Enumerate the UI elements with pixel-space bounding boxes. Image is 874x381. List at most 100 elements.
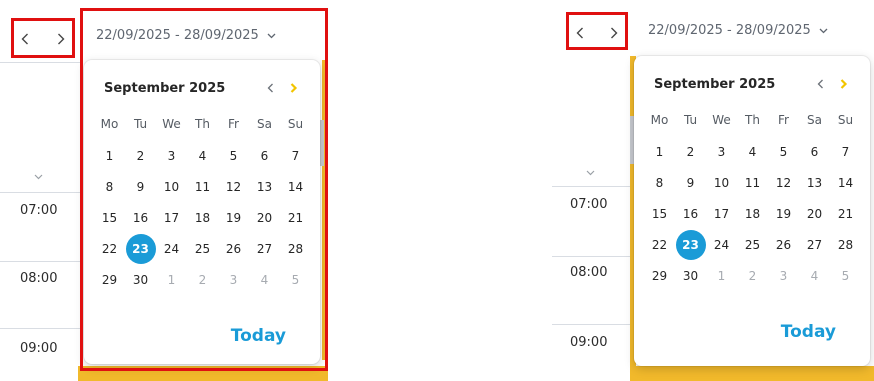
calendar-day[interactable]: 14 (830, 167, 861, 198)
calendar-day[interactable]: 2 (187, 264, 218, 295)
prev-week-button[interactable] (572, 23, 588, 43)
calendar-day[interactable]: 15 (644, 198, 675, 229)
calendar-day[interactable]: 3 (768, 260, 799, 291)
week-row: 22 23 24 25 26 27 28 (644, 229, 872, 260)
calendar-day[interactable]: 4 (737, 136, 768, 167)
prev-week-button[interactable] (17, 29, 33, 49)
calendar-day[interactable]: 6 (249, 140, 280, 171)
divider (0, 192, 80, 193)
next-month-button[interactable] (282, 78, 306, 98)
today-button[interactable]: Today (781, 322, 836, 342)
calendar-day[interactable]: 21 (280, 202, 311, 233)
calendar-day[interactable]: 25 (187, 233, 218, 264)
calendar-day[interactable]: 21 (830, 198, 861, 229)
calendar-day[interactable]: 1 (706, 260, 737, 291)
calendar-day[interactable]: 1 (644, 136, 675, 167)
chevron-right-icon (611, 27, 618, 39)
calendar-day[interactable]: 1 (156, 264, 187, 295)
calendar-day[interactable]: 11 (187, 171, 218, 202)
calendar-day[interactable]: 29 (94, 264, 125, 295)
calendar-day[interactable]: 14 (280, 171, 311, 202)
calendar-day[interactable]: 16 (675, 198, 706, 229)
calendar-day[interactable]: 24 (156, 233, 187, 264)
event-strip[interactable] (322, 60, 328, 360)
calendar-day[interactable]: 2 (675, 136, 706, 167)
calendar-day[interactable]: 2 (125, 140, 156, 171)
calendar-day[interactable]: 19 (218, 202, 249, 233)
date-picker-popup: September 2025 Mo Tu We Th Fr Sa Su 1 2 3 4 5 6 7 8 9 10… (84, 60, 320, 364)
calendar-day[interactable]: 28 (830, 229, 861, 260)
calendar-day[interactable]: 18 (737, 198, 768, 229)
calendar-day[interactable]: 7 (280, 140, 311, 171)
calendar-day[interactable]: 8 (644, 167, 675, 198)
calendar-day[interactable]: 3 (218, 264, 249, 295)
calendar-day[interactable]: 8 (94, 171, 125, 202)
today-button[interactable]: Today (231, 326, 286, 346)
calendar-day[interactable]: 22 (94, 233, 125, 264)
chevron-down-icon[interactable] (586, 166, 595, 179)
event-strip[interactable] (78, 366, 328, 381)
event-strip[interactable] (630, 366, 874, 381)
next-week-button[interactable] (606, 23, 622, 43)
next-week-button[interactable] (53, 29, 69, 49)
calendar-day[interactable]: 5 (280, 264, 311, 295)
calendar-day[interactable]: 13 (799, 167, 830, 198)
calendar-day[interactable]: 5 (830, 260, 861, 291)
calendar-day[interactable]: 12 (768, 167, 799, 198)
prev-month-button[interactable] (258, 78, 282, 98)
calendar-day[interactable]: 27 (249, 233, 280, 264)
calendar-day-selected[interactable]: 23 (125, 233, 156, 264)
prev-month-button[interactable] (808, 74, 832, 94)
calendar-day[interactable]: 4 (187, 140, 218, 171)
calendar-day[interactable]: 25 (737, 229, 768, 260)
chevron-down-icon[interactable] (34, 170, 43, 183)
calendar-day[interactable]: 5 (218, 140, 249, 171)
calendar-day[interactable]: 18 (187, 202, 218, 233)
chevron-down-icon (267, 33, 276, 38)
calendar-day[interactable]: 30 (125, 264, 156, 295)
calendar-day[interactable]: 15 (94, 202, 125, 233)
calendar-day[interactable]: 1 (94, 140, 125, 171)
calendar-day[interactable]: 12 (218, 171, 249, 202)
calendar-day[interactable]: 20 (799, 198, 830, 229)
next-month-button[interactable] (832, 74, 856, 94)
weekday-label: Sa (807, 113, 822, 127)
calendar-day[interactable]: 13 (249, 171, 280, 202)
calendar-day[interactable]: 6 (799, 136, 830, 167)
calendar-day[interactable]: 27 (799, 229, 830, 260)
calendar-day[interactable]: 2 (737, 260, 768, 291)
calendar-day[interactable]: 4 (799, 260, 830, 291)
calendar-day[interactable]: 3 (156, 140, 187, 171)
date-range-selector[interactable]: 22/09/2025 - 28/09/2025 (96, 28, 276, 43)
calendar-header: September 2025 (104, 78, 306, 98)
weekday-label: Th (195, 117, 210, 131)
calendar-day[interactable]: 10 (156, 171, 187, 202)
calendar-day[interactable]: 7 (830, 136, 861, 167)
calendar-day[interactable]: 17 (156, 202, 187, 233)
calendar-day[interactable]: 24 (706, 229, 737, 260)
calendar-day[interactable]: 26 (768, 229, 799, 260)
calendar-day[interactable]: 9 (675, 167, 706, 198)
calendar-day[interactable]: 29 (644, 260, 675, 291)
week-row: 29 30 1 2 3 4 5 (644, 260, 872, 291)
calendar-day-selected[interactable]: 23 (675, 229, 706, 260)
week-nav (17, 28, 69, 50)
calendar-day[interactable]: 30 (675, 260, 706, 291)
calendar-day[interactable]: 3 (706, 136, 737, 167)
calendar-day[interactable]: 20 (249, 202, 280, 233)
calendar-day[interactable]: 11 (737, 167, 768, 198)
calendar-day[interactable]: 26 (218, 233, 249, 264)
time-label: 07:00 (20, 203, 58, 218)
calendar-day[interactable]: 22 (644, 229, 675, 260)
calendar-day[interactable]: 28 (280, 233, 311, 264)
date-range-selector[interactable]: 22/09/2025 - 28/09/2025 (648, 23, 828, 38)
calendar-day[interactable]: 19 (768, 198, 799, 229)
calendar-day[interactable]: 5 (768, 136, 799, 167)
date-range-text: 22/09/2025 - 28/09/2025 (96, 28, 259, 43)
calendar-day[interactable]: 4 (249, 264, 280, 295)
day-number: 23 (675, 229, 706, 260)
calendar-day[interactable]: 17 (706, 198, 737, 229)
calendar-day[interactable]: 9 (125, 171, 156, 202)
calendar-day[interactable]: 16 (125, 202, 156, 233)
calendar-day[interactable]: 10 (706, 167, 737, 198)
